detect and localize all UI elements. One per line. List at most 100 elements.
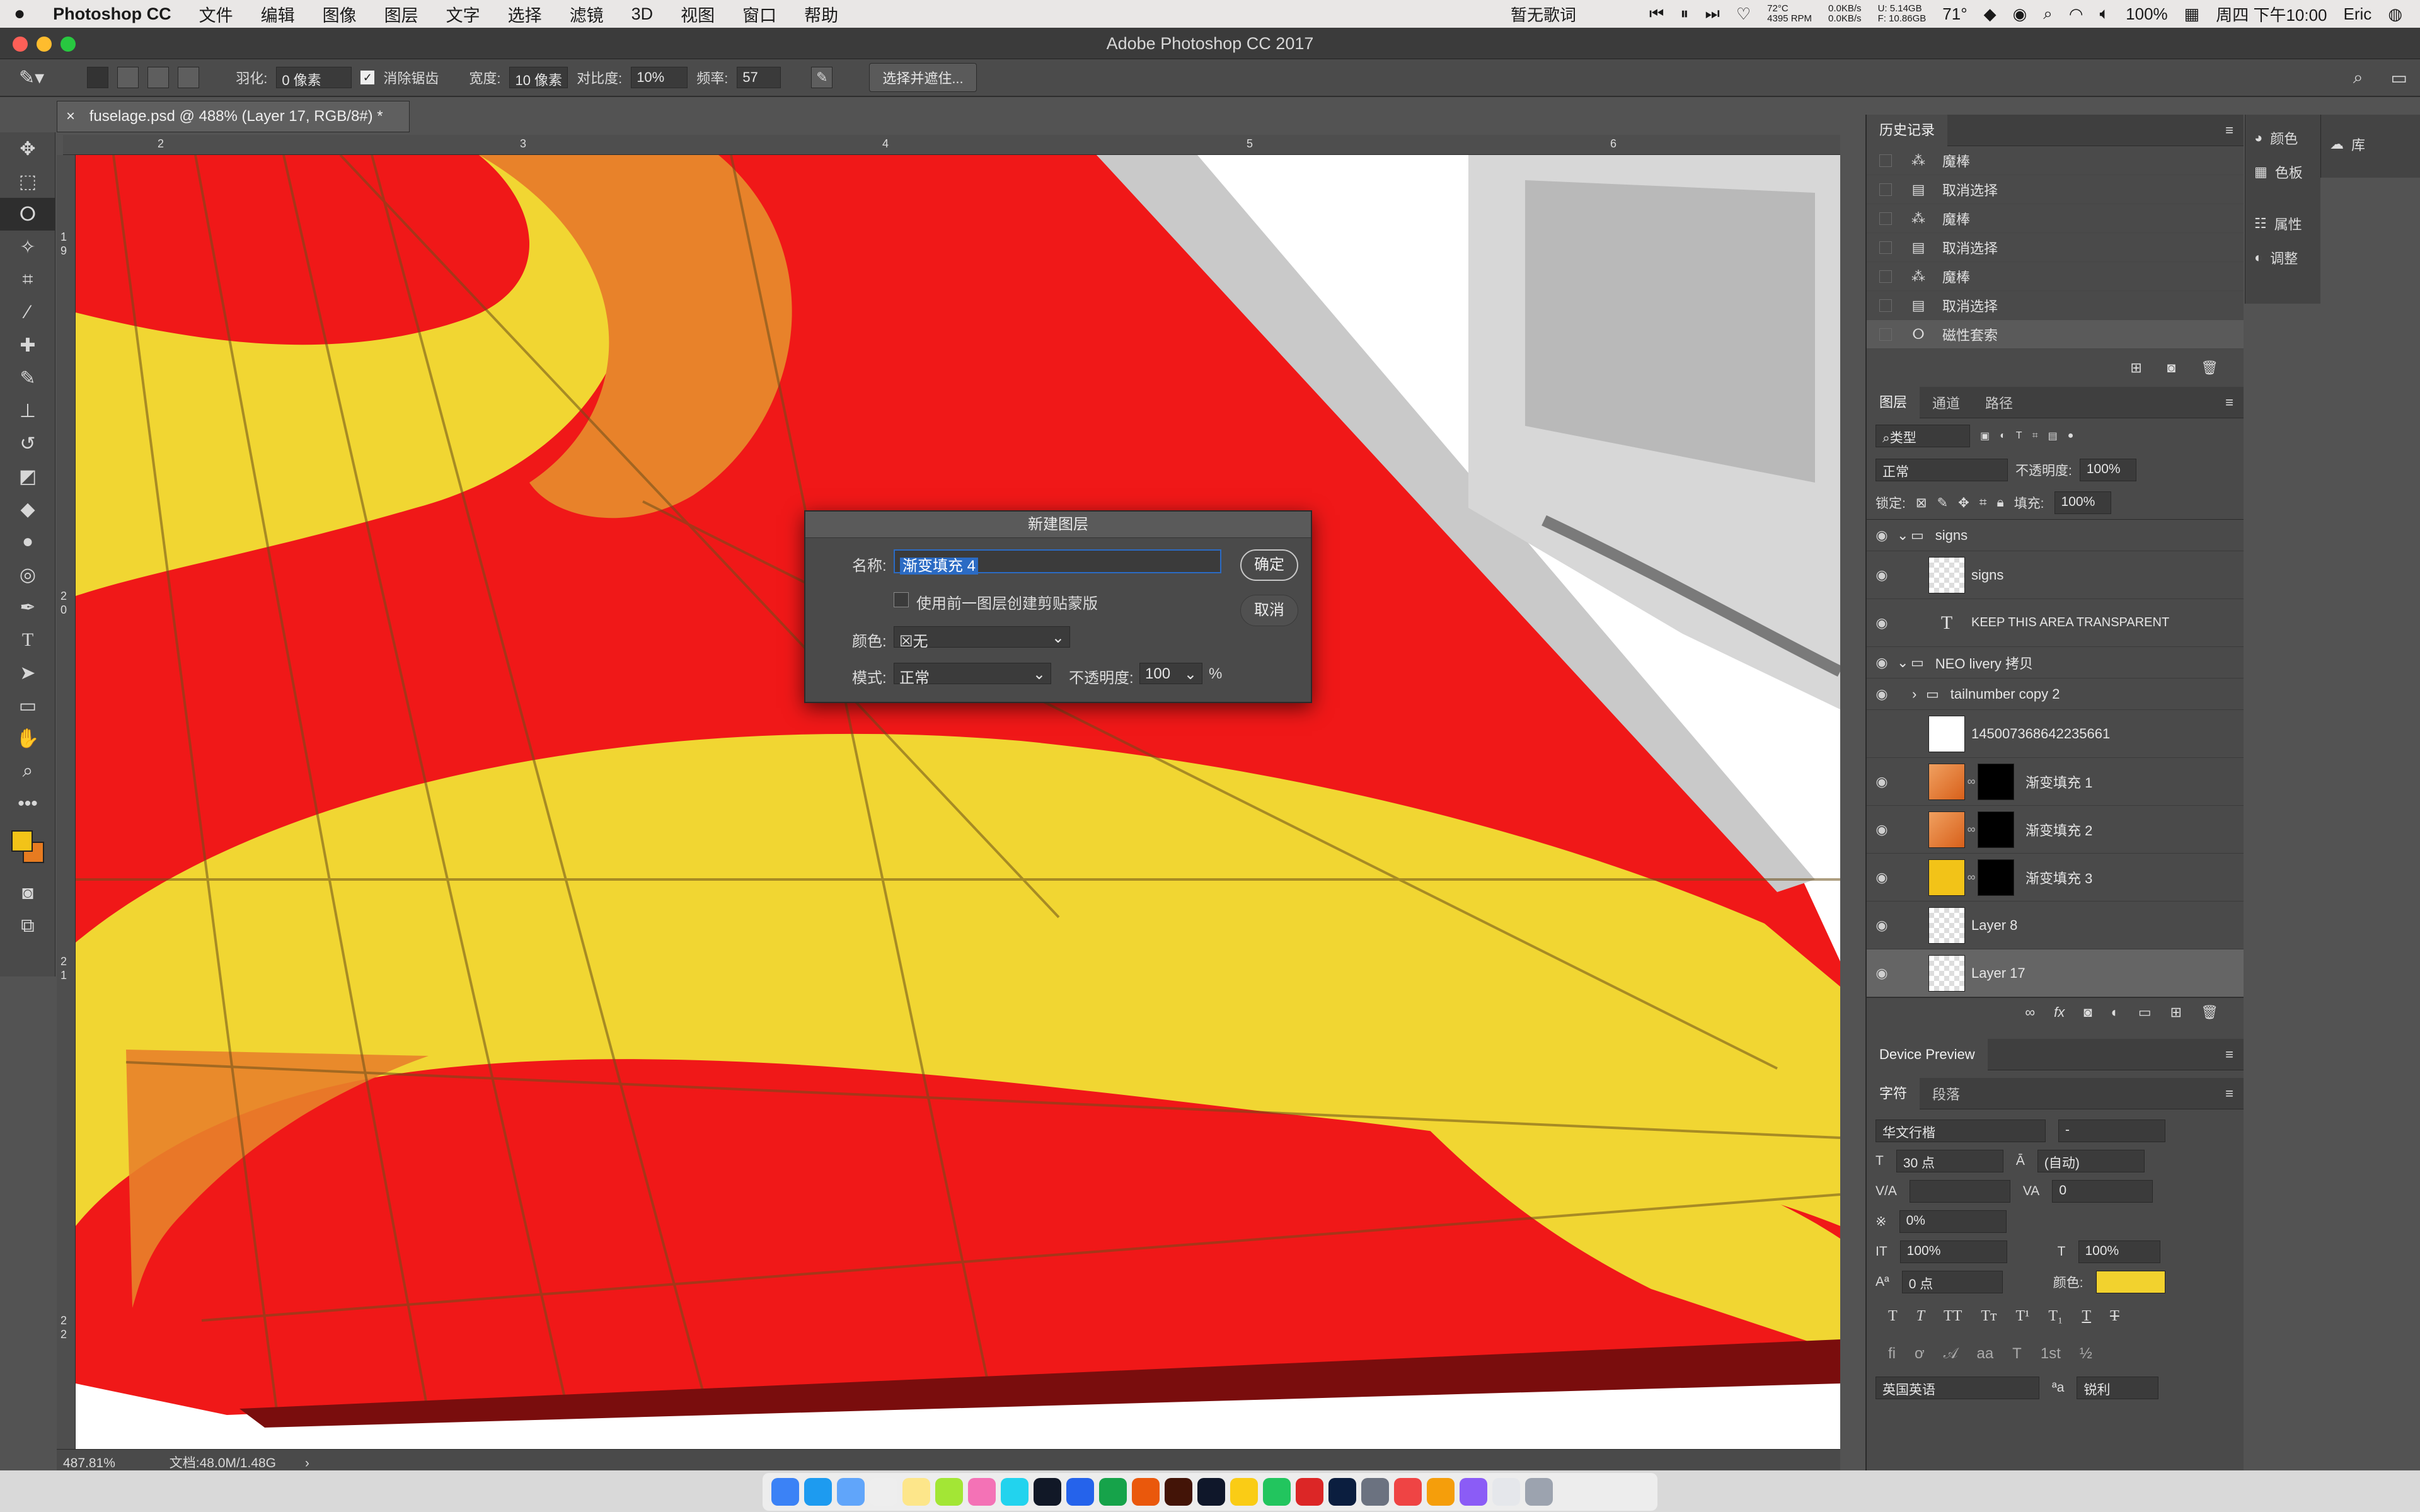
heart-icon[interactable]: ♡ xyxy=(1736,4,1751,24)
eyedropper-tool-icon[interactable]: ⁄ xyxy=(0,296,55,329)
pressure-icon[interactable]: ✎ xyxy=(811,67,833,88)
menu-file[interactable]: 文件 xyxy=(185,2,247,26)
eye-icon[interactable]: ◉ xyxy=(1867,917,1897,934)
link-icon[interactable]: ∞ xyxy=(1965,775,1978,788)
layer-row[interactable]: ◉ ⌄ ▭ signs xyxy=(1867,520,2244,551)
document-tab[interactable]: × fuselage.psd @ 488% (Layer 17, RGB/8#)… xyxy=(57,101,410,132)
safari-icon[interactable] xyxy=(804,1478,832,1506)
tab-paths[interactable]: 路径 xyxy=(1973,392,2025,413)
panel-menu-icon[interactable]: ≡ xyxy=(2225,1046,2233,1063)
add-mask-icon[interactable]: ◙ xyxy=(2083,1004,2092,1021)
feather-input[interactable]: 0 像素 xyxy=(276,67,352,88)
snapshot-checkbox[interactable] xyxy=(1879,299,1892,312)
width-input[interactable]: 10 像素 xyxy=(509,67,568,88)
ok-button[interactable]: 确定 xyxy=(1240,549,1298,581)
tab-history[interactable]: 历史记录 xyxy=(1867,114,1948,146)
intersect-selection-icon[interactable] xyxy=(178,67,200,88)
tab-character[interactable]: 字符 xyxy=(1867,1077,1920,1109)
history-item-current[interactable]: ⵔ 磁性套索 xyxy=(1867,320,2244,349)
fractions-icon[interactable]: ½ xyxy=(2080,1345,2092,1363)
menu-select[interactable]: 选择 xyxy=(494,2,556,26)
pen-tool-icon[interactable]: ✒ xyxy=(0,591,55,624)
user-name[interactable]: Eric xyxy=(2344,4,2372,24)
underline-icon[interactable]: T xyxy=(2082,1308,2091,1325)
eye-icon[interactable]: ◉ xyxy=(1867,567,1897,583)
expand-icon[interactable]: ⌄ xyxy=(1897,655,1911,671)
layer-row[interactable]: ◉ › ▭ tailnumber copy 2 xyxy=(1867,679,2244,710)
cpu-stats[interactable]: 72°C 4395 RPM xyxy=(1767,4,1812,24)
language-select[interactable]: 英国英语 xyxy=(1876,1377,2039,1399)
layer-row[interactable]: ◉ Layer 8 xyxy=(1867,902,2244,949)
opacity-input[interactable]: 100 ⌄ xyxy=(1139,663,1202,684)
illustrator-icon[interactable] xyxy=(1165,1478,1192,1506)
all-caps-icon[interactable]: TT xyxy=(1944,1308,1962,1325)
finder-icon[interactable] xyxy=(771,1478,799,1506)
properties-panel-button[interactable]: ☷ 属性 xyxy=(2245,207,2320,241)
expand-icon[interactable]: ⌄ xyxy=(1897,527,1911,544)
eye-icon[interactable]: ◉ xyxy=(1867,774,1897,790)
subscript-icon[interactable]: T₁ xyxy=(2048,1308,2063,1325)
snapshot-checkbox[interactable] xyxy=(1879,328,1892,341)
new-group-icon[interactable]: ▭ xyxy=(2138,1004,2152,1021)
lock-transparent-icon[interactable]: ⊠ xyxy=(1916,495,1927,511)
layer-row[interactable]: 145007368642235661 xyxy=(1867,710,2244,758)
wechat-icon[interactable] xyxy=(1263,1478,1291,1506)
history-item[interactable]: ▤ 取消选择 xyxy=(1867,233,2244,262)
titling-icon[interactable]: T xyxy=(2012,1345,2022,1363)
snapshot-checkbox[interactable] xyxy=(1879,241,1892,254)
menu-help[interactable]: 帮助 xyxy=(790,2,852,26)
panel-menu-icon[interactable]: ≡ xyxy=(2225,394,2233,411)
color-panel-button[interactable]: ◕ 颜色 xyxy=(2245,121,2320,155)
siri-icon[interactable]: ◍ xyxy=(2388,4,2402,24)
wechat-icon[interactable]: ◉ xyxy=(2013,4,2027,24)
volume-icon[interactable]: 🔈︎ xyxy=(2100,4,2110,24)
filter-type-icon[interactable]: T xyxy=(2016,430,2022,442)
filter-kind-select[interactable]: ⌕类型 xyxy=(1876,425,1970,447)
baseline-input[interactable]: 0 点 xyxy=(1901,1271,2003,1293)
quick-mask-icon[interactable]: ◙ xyxy=(0,877,55,910)
prev-track-icon[interactable]: ⏮ xyxy=(1649,4,1664,24)
eye-icon[interactable]: ◉ xyxy=(1867,527,1897,544)
mem-stats[interactable]: U: 5.14GB F: 10.86GB xyxy=(1878,4,1927,24)
subtract-selection-icon[interactable] xyxy=(147,67,170,88)
lock-artboard-icon[interactable]: ⌗ xyxy=(1979,495,1987,510)
adjustment-layer-icon[interactable]: ◐ xyxy=(2111,1004,2119,1021)
brush-tool-icon[interactable]: ✎ xyxy=(0,362,55,394)
menu-window[interactable]: 窗口 xyxy=(729,2,790,26)
doc-size[interactable]: 文档:48.0M/1.48G xyxy=(170,1456,276,1470)
type-tool-icon[interactable]: T xyxy=(0,624,55,656)
workspace-icon[interactable]: ▭ xyxy=(2391,67,2407,88)
panel-menu-icon[interactable]: ≡ xyxy=(2225,122,2233,139)
layer-row[interactable]: ◉ ∞ 渐变填充 1 xyxy=(1867,758,2244,806)
eye-icon[interactable]: ◉ xyxy=(1867,869,1897,886)
layer-row[interactable]: ◉ T KEEP THIS AREA TRANSPARENT xyxy=(1867,599,2244,647)
lock-move-icon[interactable]: ✥ xyxy=(1958,495,1969,511)
snapshot-checkbox[interactable] xyxy=(1879,270,1892,283)
app-icon[interactable] xyxy=(1460,1478,1487,1506)
kerning-input[interactable] xyxy=(1909,1180,2010,1203)
paint-bucket-tool-icon[interactable]: ◆ xyxy=(0,493,55,525)
lock-paint-icon[interactable]: ✎ xyxy=(1937,495,1948,511)
trash-icon[interactable]: 🗑︎ xyxy=(2201,360,2218,376)
trash-icon[interactable] xyxy=(1525,1478,1553,1506)
mail-icon[interactable] xyxy=(837,1478,865,1506)
downloads-icon[interactable] xyxy=(1492,1478,1520,1506)
snapshot-checkbox[interactable] xyxy=(1879,183,1892,196)
move-tool-icon[interactable]: ✥ xyxy=(0,132,55,165)
menu-filter[interactable]: 滤镜 xyxy=(556,2,618,26)
ordinals-icon[interactable]: 1st xyxy=(2041,1345,2061,1363)
status-chevron-icon[interactable]: › xyxy=(305,1456,309,1470)
flag-icon[interactable]: ▦ xyxy=(2184,4,2200,24)
screen-mode-icon[interactable]: ⧉ xyxy=(0,910,55,942)
swash-icon[interactable]: 𝒜 xyxy=(1944,1345,1958,1363)
snapshot-checkbox[interactable] xyxy=(1879,212,1892,225)
messages-icon[interactable] xyxy=(1001,1478,1028,1506)
chrome-icon[interactable] xyxy=(1230,1478,1258,1506)
path-select-tool-icon[interactable]: ➤ xyxy=(0,656,55,689)
qq-icon[interactable]: ◆ xyxy=(1984,4,1997,24)
calendar-icon[interactable] xyxy=(870,1478,897,1506)
frequency-input[interactable]: 57 xyxy=(737,67,781,88)
layer-opacity-input[interactable]: 100% xyxy=(2079,459,2136,481)
clock[interactable]: 周四 下午10:00 xyxy=(2216,3,2327,26)
next-track-icon[interactable]: ⏭ xyxy=(1705,4,1719,24)
